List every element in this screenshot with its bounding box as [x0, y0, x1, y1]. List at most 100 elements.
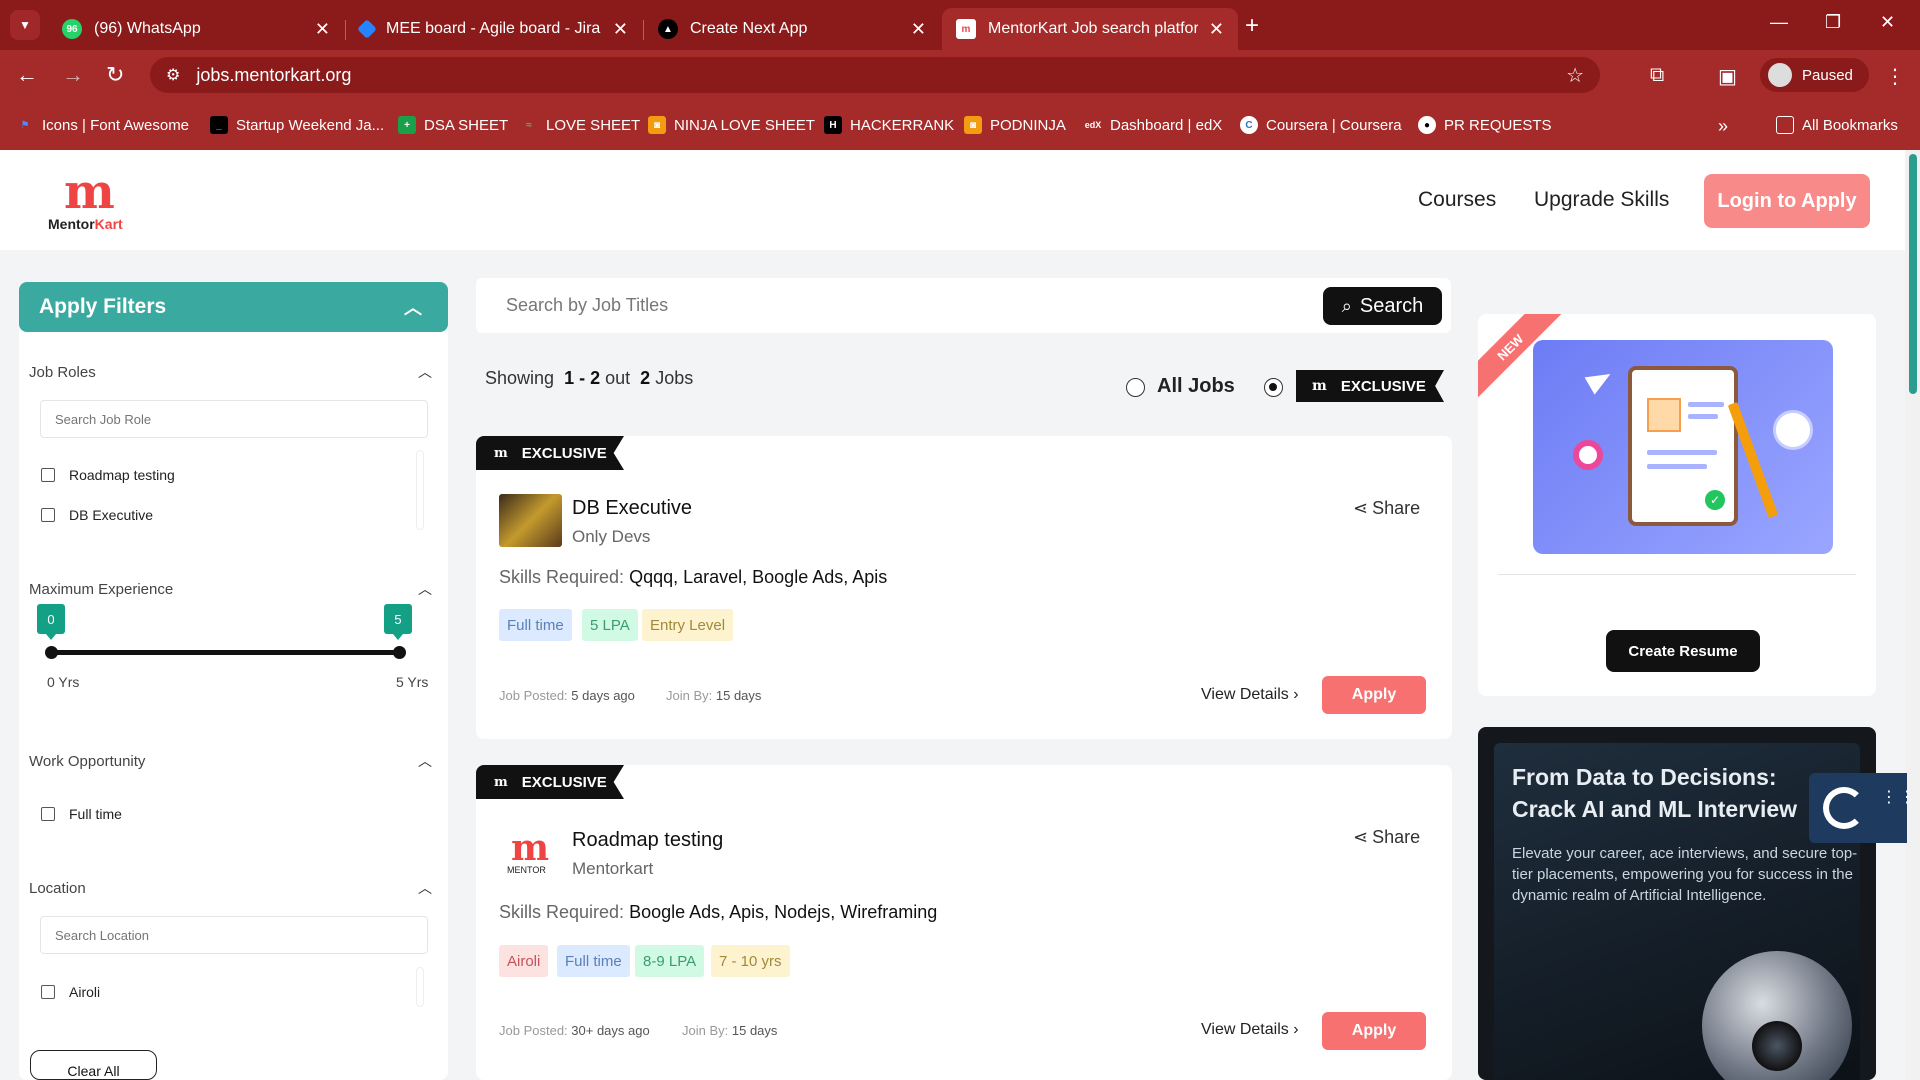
tab-whatsapp[interactable]: 96 (96) WhatsApp ✕: [48, 8, 344, 50]
tab-jira[interactable]: MEE board - Agile board - Jira ✕: [346, 8, 642, 50]
bookmark-item[interactable]: ◙ NINJA LOVE SHEET: [648, 116, 815, 134]
resume-illustration: ✓: [1533, 340, 1833, 554]
view-details-link[interactable]: View Details ›: [1201, 1021, 1299, 1039]
close-icon[interactable]: ✕: [315, 19, 330, 40]
search-input[interactable]: Search by Job Titles: [506, 295, 668, 316]
bookmark-item[interactable]: ● PR REQUESTS: [1418, 116, 1552, 134]
checkbox[interactable]: [41, 468, 55, 482]
work-opportunity-option[interactable]: Full time: [41, 806, 122, 822]
exclusive-filter-badge[interactable]: m EXCLUSIVE: [1296, 370, 1444, 402]
logo-wordmark: MentorKart: [48, 216, 123, 232]
location-scrollbar[interactable]: [416, 967, 424, 1007]
page-scrollbar[interactable]: [1905, 150, 1920, 1080]
checkbox[interactable]: [41, 508, 55, 522]
close-window-button[interactable]: ✕: [1880, 12, 1895, 33]
nextjs-icon: ▲: [658, 19, 678, 39]
job-role-option[interactable]: DB Executive: [41, 507, 153, 523]
share-button[interactable]: ⋖ Share: [1353, 827, 1420, 848]
max-experience-title: Maximum Experience: [29, 581, 174, 598]
nav-upgrade-skills[interactable]: Upgrade Skills: [1534, 188, 1669, 212]
profile-button[interactable]: Paused: [1760, 58, 1869, 92]
apply-button[interactable]: Apply: [1322, 676, 1426, 714]
slider-max-tooltip: 5: [384, 604, 412, 640]
chevron-up-icon[interactable]: ︿: [404, 294, 422, 320]
bookmark-item[interactable]: ≈ LOVE SHEET: [520, 116, 640, 134]
bookmarks-overflow-icon[interactable]: »: [1718, 116, 1728, 137]
create-resume-button[interactable]: Create Resume: [1606, 630, 1760, 672]
all-jobs-radio[interactable]: [1126, 378, 1145, 397]
back-button[interactable]: ←: [16, 62, 38, 88]
clear-all-button[interactable]: Clear All: [30, 1050, 157, 1080]
bookmark-item[interactable]: C Coursera | Coursera: [1240, 116, 1402, 134]
avatar: [1768, 63, 1792, 87]
all-jobs-label[interactable]: All Jobs: [1157, 375, 1235, 398]
slider-min-handle[interactable]: [45, 646, 58, 659]
bookmark-item[interactable]: + DSA SHEET: [398, 116, 508, 134]
search-button[interactable]: ⌕ Search: [1323, 287, 1442, 325]
job-title[interactable]: Roadmap testing: [572, 829, 723, 852]
forward-button[interactable]: →: [62, 62, 84, 88]
chevron-right-icon: ›: [1293, 1021, 1299, 1038]
location-search-input[interactable]: [40, 916, 428, 954]
checkbox[interactable]: [41, 807, 55, 821]
site-info-icon[interactable]: ⚙: [166, 65, 180, 85]
chevron-up-icon[interactable]: ︿: [418, 362, 432, 382]
address-bar-row: ← → ↻ ⚙ jobs.mentorkart.org ☆ ⧉ ▣ Paused…: [0, 50, 1920, 100]
chevron-up-icon[interactable]: ︿: [418, 751, 432, 771]
bookmark-item[interactable]: _ Startup Weekend Ja...: [210, 116, 384, 134]
slider-max-handle[interactable]: [393, 646, 406, 659]
jobs-text: Jobs: [655, 368, 694, 388]
mentorkart-logo[interactable]: m MentorKart: [48, 168, 148, 232]
job-roles-scrollbar[interactable]: [416, 450, 424, 530]
apply-button[interactable]: Apply: [1322, 1012, 1426, 1050]
chevron-up-icon[interactable]: ︿: [418, 878, 432, 898]
extensions-icon[interactable]: ⧉: [1650, 64, 1664, 87]
view-details-link[interactable]: View Details ›: [1201, 686, 1299, 704]
tab-title: (96) WhatsApp: [94, 20, 201, 37]
exclusive-radio[interactable]: [1264, 378, 1283, 397]
coursera-icon: C: [1240, 116, 1258, 134]
job-role-search-input[interactable]: [40, 400, 428, 438]
share-button[interactable]: ⋖ Share: [1353, 498, 1420, 519]
bookmark-item[interactable]: edX Dashboard | edX: [1084, 116, 1223, 134]
level-tag: Entry Level: [642, 609, 734, 641]
bookmark-star-icon[interactable]: ☆: [1566, 63, 1584, 88]
experience-slider-track[interactable]: [49, 650, 399, 655]
chevron-right-icon: ›: [1293, 686, 1299, 703]
nav-courses[interactable]: Courses: [1418, 188, 1496, 212]
sidepanel-icon[interactable]: ▣: [1718, 64, 1737, 89]
job-posted: Job Posted: 30+ days ago: [499, 1023, 650, 1038]
restore-button[interactable]: ❐: [1825, 12, 1841, 33]
chevron-up-icon[interactable]: ︿: [418, 579, 432, 599]
close-icon[interactable]: ✕: [613, 19, 628, 40]
browser-menu-icon[interactable]: ⋮: [1885, 64, 1905, 89]
omnibox[interactable]: ⚙ jobs.mentorkart.org ☆: [150, 57, 1600, 93]
login-to-apply-button[interactable]: Login to Apply: [1704, 174, 1870, 228]
bookmark-item[interactable]: ◙ PODNINJA: [964, 116, 1066, 134]
close-icon[interactable]: ✕: [911, 19, 926, 40]
apply-filters-header[interactable]: Apply Filters ︿: [19, 282, 448, 332]
bookmark-item[interactable]: H HACKERRANK: [824, 116, 954, 134]
checkbox[interactable]: [41, 985, 55, 999]
all-bookmarks[interactable]: All Bookmarks: [1776, 116, 1898, 134]
job-title[interactable]: DB Executive: [572, 497, 692, 520]
showing-text: Showing: [485, 368, 555, 388]
reload-button[interactable]: ↻: [106, 62, 124, 88]
scrollbar-thumb[interactable]: [1909, 154, 1917, 394]
job-role-option[interactable]: Roadmap testing: [41, 467, 175, 483]
tab-next-app[interactable]: ▲ Create Next App ✕: [644, 8, 940, 50]
location-option[interactable]: Airoli: [41, 984, 100, 1000]
drag-handle-icon[interactable]: ⋮⋮: [1881, 790, 1917, 806]
mentorkart-icon: m: [494, 774, 508, 790]
minimize-button[interactable]: —: [1770, 12, 1788, 33]
floating-chat-widget[interactable]: ⋮⋮: [1809, 773, 1915, 843]
tab-mentorkart[interactable]: m MentorKart Job search platform ✕: [942, 8, 1238, 50]
close-icon[interactable]: ✕: [1209, 19, 1224, 40]
job-card: m EXCLUSIVE m MENTOR Roadmap testing Men…: [476, 765, 1452, 1080]
tab-search-button[interactable]: ▼: [10, 10, 40, 40]
job-search-bar[interactable]: Search by Job Titles ⌕ Search: [476, 278, 1451, 333]
new-tab-button[interactable]: +: [1245, 12, 1259, 40]
slider-min-label: 0 Yrs: [47, 674, 80, 690]
bookmark-label: Icons | Font Awesome: [42, 116, 190, 134]
bookmark-item[interactable]: ⚑ Icons | Font Awesome: [16, 116, 190, 134]
